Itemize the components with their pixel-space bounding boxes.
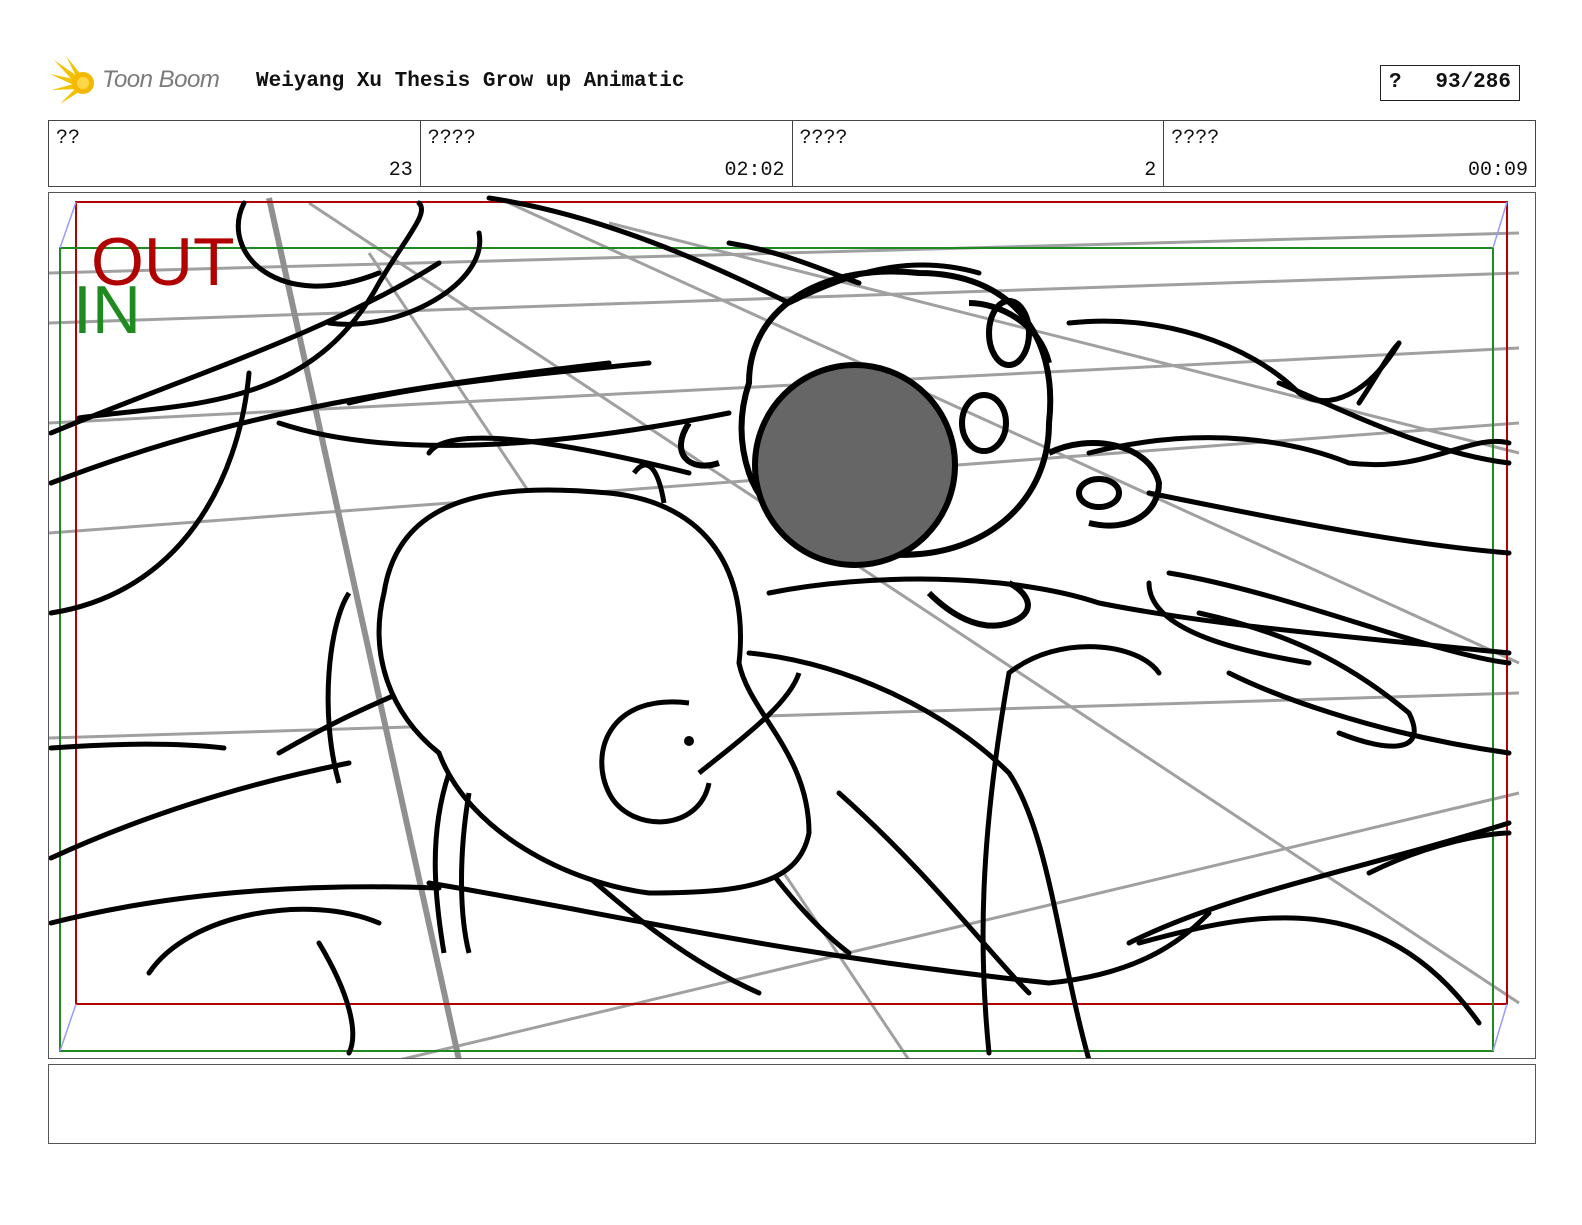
page-indicator: ? 93/286: [1380, 65, 1520, 101]
info-label: ????: [1171, 127, 1220, 150]
info-label: ????: [799, 127, 848, 150]
helmet-visor: [752, 362, 958, 568]
logo-text: Toon Boom: [102, 66, 220, 93]
info-value: 02:02: [724, 159, 785, 182]
project-title: Weiyang Xu Thesis Grow up Animatic: [256, 70, 685, 93]
notes-box: [48, 1064, 1536, 1144]
sunburst-icon: [50, 56, 94, 104]
info-value: 2: [1144, 159, 1157, 182]
in-label: IN: [73, 272, 141, 348]
in-frame: [59, 247, 1494, 1052]
page-marker: ?: [1389, 71, 1402, 94]
info-cell-scene: ?? 23: [49, 121, 421, 186]
info-cell-duration: ???? 02:02: [421, 121, 793, 186]
toon-boom-logo: Toon Boom: [50, 56, 240, 108]
panel-info-bar: ?? 23 ???? 02:02 ???? 2 ???? 00:09: [48, 120, 1536, 187]
page-count: 93/286: [1435, 71, 1511, 94]
storyboard-panel: OUT IN: [48, 192, 1536, 1059]
creature-eye: [684, 736, 694, 746]
sketch-drawing: OUT IN: [49, 195, 1520, 1058]
storyboard-header: Toon Boom Weiyang Xu Thesis Grow up Anim…: [50, 56, 1536, 108]
info-value: 00:09: [1467, 159, 1528, 182]
creature-head: [325, 462, 812, 954]
info-cell-panel-duration: ???? 00:09: [1164, 121, 1535, 186]
info-cell-panel: ???? 2: [793, 121, 1165, 186]
info-value: 23: [388, 159, 413, 182]
info-label: ????: [427, 127, 476, 150]
info-label: ??: [56, 127, 81, 150]
